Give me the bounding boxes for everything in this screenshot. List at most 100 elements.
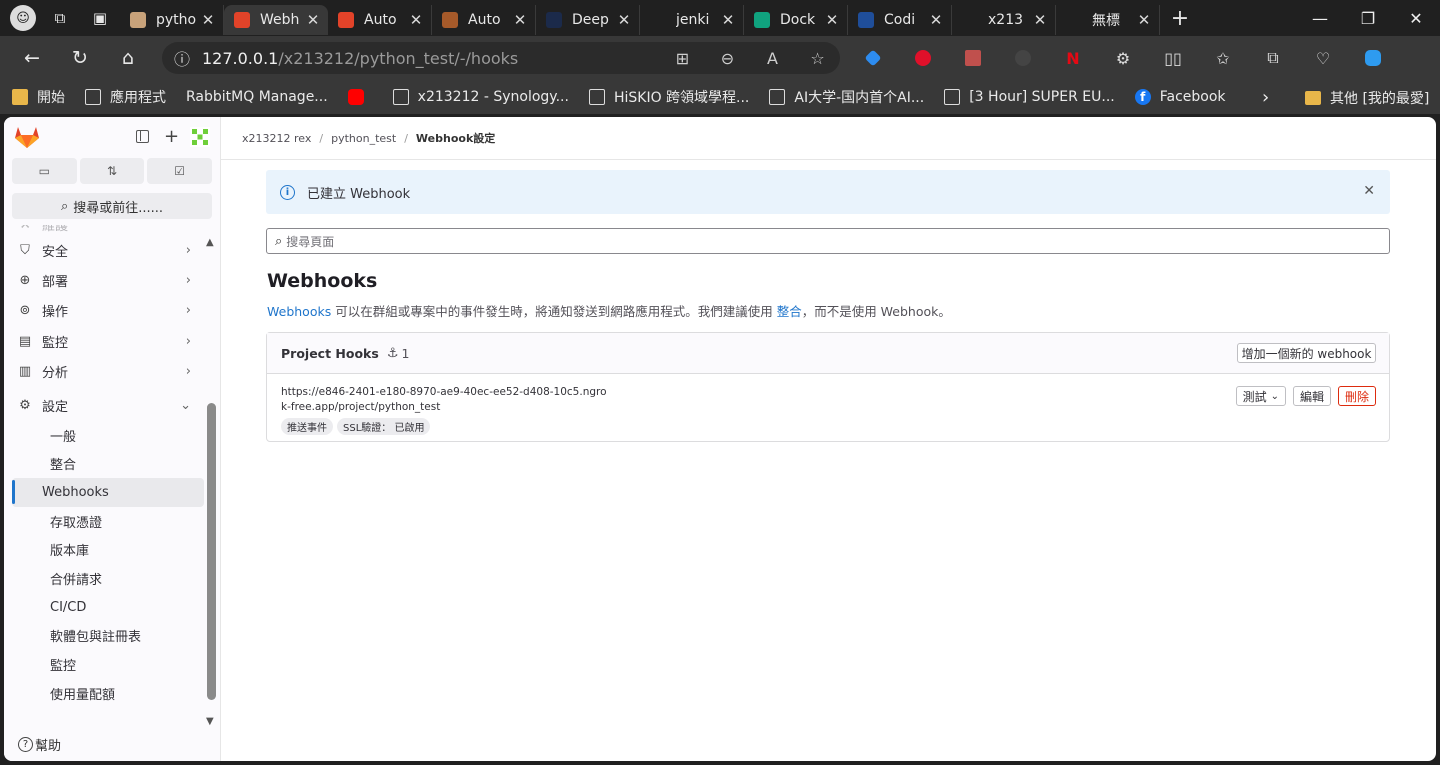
sidebar-item-partial[interactable]: ⚒ 維護 [4,225,221,235]
search-page-input[interactable]: ⌕ 搜尋頁面 [266,228,1390,254]
tab-close-icon[interactable]: ✕ [409,11,423,29]
bookmark-item[interactable]: AI大学-国内首个AI... [769,87,924,107]
collections-icon[interactable]: ⧉ [1248,36,1298,80]
sidebar-search-button[interactable]: ⌕ 搜尋或前往...... [12,193,212,219]
breadcrumb-item[interactable]: x213212 rex [242,132,311,145]
scrollbar-thumb[interactable] [207,403,216,700]
read-aloud-icon[interactable]: A [750,49,795,68]
tab-close-icon[interactable]: ✕ [825,11,839,29]
bookmark-item[interactable]: x213212 - Synology... [392,89,569,105]
bookmark-other-folder[interactable]: 其他 [我的最愛] [1305,88,1429,108]
copilot-icon[interactable] [1348,36,1398,80]
tab-close-icon[interactable]: ✕ [513,11,527,29]
browser-tab[interactable]: 無標 ✕ [1056,5,1160,35]
settings-subitem[interactable]: 合併請求 [12,564,204,593]
tab-actions-icon[interactable]: ▣ [80,0,120,36]
browser-tab[interactable]: Dock ✕ [744,5,848,35]
favorite-star-icon[interactable]: ☆ [795,49,840,68]
browser-tab[interactable]: Auto ✕ [432,5,536,35]
sidebar-item[interactable]: ⛉ 安全 › [4,235,221,265]
browser-tab[interactable]: jenki ✕ [640,5,744,35]
browser-tab[interactable]: x213 ✕ [952,5,1056,35]
home-icon[interactable]: ⌂ [104,36,152,80]
extension-screen-icon[interactable] [948,36,998,80]
bookmark-item[interactable]: f Facebook [1134,89,1226,105]
browser-tab[interactable]: Auto ✕ [328,5,432,35]
bookmarks-more-icon[interactable]: › [1262,87,1269,108]
user-avatar-icon[interactable] [190,127,210,147]
scroll-up-icon[interactable]: ▲ [206,237,214,248]
add-webhook-button[interactable]: 增加一個新的 webhook [1237,343,1376,363]
test-dropdown-button[interactable]: 測試 ⌄ [1235,386,1286,406]
close-window-icon[interactable]: ✕ [1392,0,1440,36]
split-screen-icon[interactable]: ▯▯ [1148,36,1198,80]
tab-close-icon[interactable]: ✕ [201,11,215,29]
settings-subitem[interactable]: 一般 [12,421,204,450]
integrations-link[interactable]: 整合 [777,304,802,319]
favorites-icon[interactable]: ✩ [1198,36,1248,80]
bookmark-item[interactable] [347,89,373,105]
browser-tab[interactable]: Deep ✕ [536,5,640,35]
sidebar-scrollbar[interactable]: ▲ ▼ [205,237,217,727]
sidebar-item-settings[interactable]: ⚙ 設定 ⌄ [4,390,221,420]
extensions-puzzle-icon[interactable]: ⚙ [1098,36,1148,80]
settings-subitem[interactable]: 使用量配額 [12,679,204,708]
extension-gem-icon[interactable] [848,36,898,80]
settings-subitem[interactable]: CI/CD [12,593,204,622]
bookmark-item[interactable]: [3 Hour] SUPER EU... [944,89,1115,105]
tab-close-icon[interactable]: ✕ [617,11,631,29]
app-available-icon[interactable]: ⊞ [660,49,705,68]
bookmark-item[interactable]: HiSKIO 跨領域學程... [588,87,749,107]
extension-shield-icon[interactable] [998,36,1048,80]
bookmark-item[interactable]: 應用程式 [85,87,166,107]
collapse-sidebar-icon[interactable] [136,130,149,143]
browser-tab[interactable]: Codi ✕ [848,5,952,35]
settings-subitem[interactable]: 存取憑證 [12,507,204,536]
workspaces-icon[interactable]: ⧉ [40,0,80,36]
zoom-icon[interactable]: ⊖ [705,49,750,68]
sidebar-item[interactable]: ⊕ 部署 › [4,265,221,295]
webhooks-docs-link[interactable]: Webhooks [267,304,331,319]
restore-icon[interactable]: ❐ [1344,0,1392,36]
extension-n-icon[interactable]: N [1048,36,1098,80]
health-icon[interactable]: ♡ [1298,36,1348,80]
delete-button[interactable]: 刪除 [1337,386,1376,406]
tab-close-icon[interactable]: ✕ [1033,11,1047,29]
back-icon[interactable]: ← [8,36,56,80]
profile-avatar[interactable]: ☺ [10,5,36,31]
close-icon[interactable]: ✕ [1363,183,1375,199]
gitlab-page: + ▭ ⇅ ☑ ⌕ 搜尋或前往...... ⚒ 維護 ⛉安全›⊕部署›⊚操作›▤… [4,117,1436,761]
tab-close-icon[interactable]: ✕ [929,11,943,29]
settings-subitem[interactable]: 整合 [12,449,204,478]
extension-m-icon[interactable] [898,36,948,80]
browser-tab[interactable]: pytho ✕ [120,5,224,35]
scroll-down-icon[interactable]: ▼ [206,716,214,727]
sidebar-item[interactable]: ▥ 分析 › [4,356,221,386]
tab-close-icon[interactable]: ✕ [721,11,735,29]
bookmark-item[interactable]: 開始 [12,87,65,107]
new-tab-button[interactable]: + [1160,6,1200,31]
create-new-icon[interactable]: + [164,126,179,147]
sidebar-item[interactable]: ⊚ 操作 › [4,296,221,326]
minimize-icon[interactable]: — [1296,0,1344,36]
breadcrumb-current[interactable]: Webhook設定 [416,130,495,146]
merge-requests-button[interactable]: ⇅ [79,158,145,184]
issues-button[interactable]: ▭ [12,158,77,184]
help-button[interactable]: ? 幫助 [18,735,61,754]
settings-subitem[interactable]: 監控 [12,650,204,679]
gitlab-logo-icon[interactable] [14,125,40,149]
edit-button[interactable]: 編輯 [1292,386,1331,406]
browser-tab[interactable]: Webh ✕ [224,5,328,35]
bookmark-item[interactable]: RabbitMQ Manage... [186,89,328,105]
tab-close-icon[interactable]: ✕ [1137,11,1151,29]
settings-subitem[interactable]: 版本庫 [12,536,204,565]
refresh-icon[interactable]: ↻ [56,36,104,80]
url-field[interactable]: ⓘ 127.0.0.1/x213212/python_test/-/hooks … [162,42,840,74]
settings-subitem[interactable]: 軟體包與註冊表 [12,622,204,651]
sidebar-item[interactable]: ▤ 監控 › [4,326,221,356]
site-info-icon[interactable]: ⓘ [162,46,202,70]
todos-button[interactable]: ☑ [147,158,213,184]
settings-subitem[interactable]: Webhooks [12,478,204,507]
tab-close-icon[interactable]: ✕ [306,11,320,29]
breadcrumb-item[interactable]: python_test [331,132,396,145]
